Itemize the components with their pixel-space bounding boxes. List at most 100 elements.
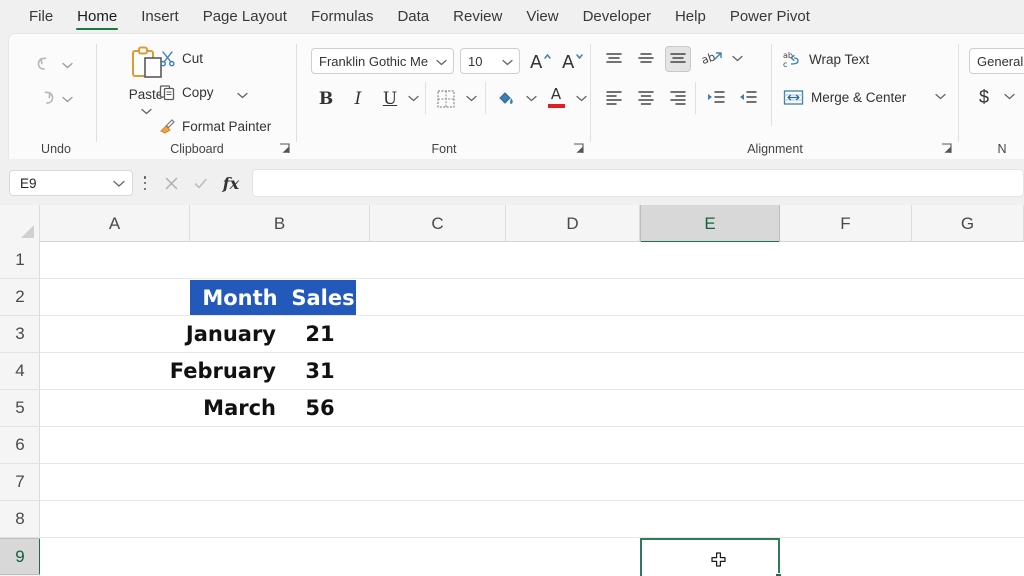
ribbon-group-alignment: ab ab c Wrap Text Merge & Center Alignme… (591, 34, 959, 160)
tab-help[interactable]: Help (664, 4, 717, 31)
insert-function-button[interactable]: fx (218, 170, 244, 196)
tab-home[interactable]: Home (66, 4, 128, 31)
cell-b5-march[interactable]: March (190, 390, 290, 426)
merge-center-dropdown-chevron[interactable] (932, 88, 948, 104)
active-cell-e9[interactable] (640, 538, 782, 576)
font-name-combobox[interactable]: Franklin Gothic Me (311, 48, 454, 74)
increase-indent-button[interactable] (735, 84, 761, 110)
align-left-button[interactable] (601, 84, 627, 110)
column-header-f[interactable]: F (780, 205, 912, 242)
cells-area[interactable]: Month Sales January 21 February 31 March… (40, 242, 1024, 576)
redo-button[interactable] (29, 82, 63, 112)
row-header-6[interactable]: 6 (0, 427, 40, 464)
font-color-button[interactable]: A (543, 84, 569, 110)
currency-format-button[interactable]: $ (973, 84, 995, 110)
copy-dropdown-chevron[interactable] (237, 86, 248, 104)
tab-insert[interactable]: Insert (130, 4, 190, 31)
column-header-g[interactable]: G (912, 205, 1024, 242)
format-painter-button[interactable]: Format Painter (159, 114, 271, 138)
fill-color-button[interactable] (493, 86, 519, 112)
column-header-row: A B C D E F G (0, 205, 1024, 243)
wrap-text-button[interactable]: ab c Wrap Text (783, 46, 869, 72)
row-header-7[interactable]: 7 (0, 464, 40, 501)
column-header-b[interactable]: B (190, 205, 370, 242)
gridline (40, 500, 1024, 501)
orientation-dropdown-chevron[interactable] (729, 50, 745, 66)
number-format-combobox[interactable]: General (969, 48, 1024, 74)
decrease-indent-icon (708, 91, 725, 103)
row-header-1[interactable]: 1 (0, 242, 40, 279)
scissors-icon (160, 50, 175, 66)
format-painter-label: Format Painter (182, 118, 272, 134)
column-header-a[interactable]: A (40, 205, 190, 242)
name-box[interactable]: E9 (9, 170, 133, 196)
wrap-text-icon: ab c (783, 51, 799, 69)
cancel-formula-button[interactable] (158, 170, 184, 196)
row-header-8[interactable]: 8 (0, 501, 40, 538)
row-header-4[interactable]: 4 (0, 353, 40, 390)
borders-button[interactable] (433, 86, 459, 112)
currency-dropdown-chevron[interactable] (1001, 88, 1017, 104)
italic-button[interactable]: I (345, 86, 371, 112)
column-header-c[interactable]: C (370, 205, 506, 242)
underline-dropdown-chevron[interactable] (405, 90, 421, 106)
align-top-button[interactable] (601, 46, 627, 72)
name-box-chevron[interactable] (113, 176, 125, 191)
row-header-5[interactable]: 5 (0, 390, 40, 427)
row-header-2[interactable]: 2 (0, 279, 40, 316)
copy-button[interactable]: Copy (159, 80, 214, 104)
formula-input[interactable] (252, 169, 1024, 197)
align-right-button[interactable] (665, 84, 691, 110)
row-header-9[interactable]: 9 (0, 538, 41, 575)
cell-c2-sales-header[interactable]: Sales (290, 280, 356, 315)
tab-review[interactable]: Review (442, 4, 513, 31)
row-header-3[interactable]: 3 (0, 316, 40, 353)
align-center-button[interactable] (633, 84, 659, 110)
tab-file[interactable]: File (18, 4, 64, 31)
undo-button[interactable] (29, 48, 63, 78)
formula-bar-options-button[interactable] (140, 174, 150, 192)
borders-dropdown-chevron[interactable] (463, 90, 479, 106)
underline-button[interactable]: U (377, 86, 403, 112)
column-header-e[interactable]: E (640, 205, 780, 243)
increase-font-size-button[interactable]: A (527, 46, 555, 76)
grow-font-icon: A (530, 52, 551, 72)
select-all-corner-button[interactable] (0, 205, 40, 242)
tab-formulas[interactable]: Formulas (300, 4, 385, 31)
align-bottom-button[interactable] (665, 46, 691, 72)
alignment-dialog-launcher[interactable] (941, 142, 953, 154)
font-size-combobox[interactable]: 10 (460, 48, 520, 74)
bold-button[interactable]: B (313, 86, 339, 112)
font-dialog-launcher[interactable] (573, 142, 585, 154)
cut-button[interactable]: Cut (159, 46, 203, 70)
paste-dropdown-chevron[interactable] (140, 108, 152, 115)
enter-formula-button[interactable] (188, 170, 214, 196)
undo-dropdown-chevron[interactable] (59, 52, 75, 78)
cell-c4-sales-february[interactable]: 31 (290, 353, 350, 389)
column-header-d[interactable]: D (506, 205, 640, 242)
font-color-dropdown-chevron[interactable] (573, 90, 589, 106)
svg-text:A: A (562, 52, 575, 72)
decrease-indent-button[interactable] (703, 84, 729, 110)
tab-data[interactable]: Data (386, 4, 440, 31)
align-middle-icon (638, 53, 654, 63)
decrease-font-size-button[interactable]: A (559, 46, 587, 76)
cell-b3-january[interactable]: January (186, 316, 290, 352)
align-middle-button[interactable] (633, 46, 659, 72)
clipboard-dialog-launcher[interactable] (279, 142, 291, 154)
tab-view[interactable]: View (515, 4, 569, 31)
tab-page-layout[interactable]: Page Layout (192, 4, 298, 31)
tab-developer[interactable]: Developer (572, 4, 662, 31)
cell-b2-month-header[interactable]: Month (190, 280, 290, 315)
tab-power-pivot[interactable]: Power Pivot (719, 4, 821, 31)
merge-and-center-button[interactable]: Merge & Center (783, 84, 906, 110)
cell-c3-sales-january[interactable]: 21 (290, 316, 350, 352)
fill-color-dropdown-chevron[interactable] (523, 90, 539, 106)
cell-c5-sales-march[interactable]: 56 (290, 390, 350, 426)
orientation-button[interactable]: ab (699, 46, 727, 72)
gridline (40, 537, 1024, 538)
redo-dropdown-chevron[interactable] (59, 86, 75, 112)
currency-label: $ (978, 86, 989, 107)
cell-b4-february[interactable]: February (170, 353, 290, 389)
fx-icon: fx (222, 173, 240, 193)
